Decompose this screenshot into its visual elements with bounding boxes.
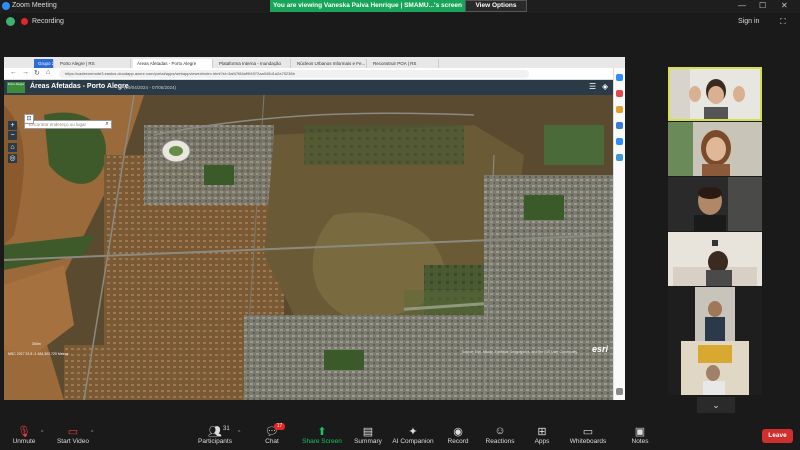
share-screen-button[interactable]: ⬆ Share Screen [300,425,344,445]
home-icon[interactable]: ⌂ [8,143,17,152]
video-options-caret-icon[interactable]: ^ [91,430,93,436]
sign-in-link[interactable]: Sign in [738,18,759,25]
ai-companion-button[interactable]: ✦ AI Companion [390,425,436,445]
record-button[interactable]: ◉ Record [444,425,472,445]
address-bar-row: ← → ↻ ⌂ https://cadeenemote3.eastus.clou… [4,68,625,80]
coordinate-readout: MSC 2017 21.5 -1 484,302.729 Metros [8,352,69,356]
search-icon[interactable]: ⌕ [102,121,112,128]
notes-button[interactable]: ▣ Notes [626,425,654,445]
browser-tab[interactable]: Núcleos Urbanos Informais e Fe... [293,59,367,68]
participant-video-tile[interactable] [668,122,762,176]
esri-logo: esri [592,344,609,354]
participant-video [668,177,762,231]
participant-video-tile-active[interactable] [668,67,762,121]
url-field[interactable]: https://cadeenemote3.eastus.cloudapp.azu… [59,70,529,78]
viewing-banner: You are viewing Vaneska Paiva Henrique |… [270,0,465,12]
reactions-icon: ☺ [494,425,506,437]
city-logo: Porto Alegre [7,82,25,93]
participant-video [668,287,762,341]
sidebar-app-icon[interactable] [616,106,623,113]
whiteboards-button[interactable]: ▭ Whiteboards [566,425,610,445]
list-icon[interactable]: ☰ [589,82,596,91]
locate-icon[interactable]: ◎ [8,154,17,163]
apps-icon: ⊞ [537,426,547,438]
settings-icon[interactable] [616,388,623,395]
sidebar-app-icon[interactable] [616,122,623,129]
maximize-button[interactable]: ☐ [759,1,766,10]
participants-count: 31 [223,426,230,432]
search-input[interactable]: Encontrar endereço ou lugar [24,120,112,129]
participant-video-tile[interactable] [668,177,762,231]
fullscreen-icon[interactable]: ⛶ [780,17,786,27]
leave-button[interactable]: Leave [762,429,793,443]
refresh-icon[interactable]: ↻ [34,69,40,77]
gallery-scroll-down-icon[interactable]: ⌄ [697,397,735,413]
map-attribution: Source: Esri, Maxar, Earthstar Geographi… [462,350,578,354]
copilot-icon[interactable] [616,74,623,81]
layers-icon[interactable]: ◈ [602,82,608,91]
ai-companion-icon: ✦ [408,426,418,438]
notes-icon: ▣ [634,426,646,438]
scale-bar: 300m [32,342,41,346]
view-options-button[interactable]: View Options [465,0,527,12]
participant-video-tile[interactable] [668,341,762,395]
app-dates: (19/04/2024 - 07/05/2024) [124,85,177,90]
zoom-logo-icon [2,2,10,10]
participant-video [670,69,760,119]
zoom-in-button[interactable]: + [8,121,17,130]
browser-tab[interactable]: Reconstruir POA | RS [369,59,439,68]
sidebar-app-icon[interactable] [616,138,623,145]
app-name: Zoom Meeting [12,2,57,9]
browser-tab[interactable]: Plataforma Interna - Inundação [215,59,291,68]
home-browser-icon[interactable]: ⌂ [46,69,50,76]
video-off-icon: ▭ [67,426,79,438]
recording-icon [21,18,28,25]
meeting-info-icon[interactable] [6,17,15,26]
chat-unread-badge: 17 [274,423,285,430]
close-button[interactable]: ✕ [781,1,788,10]
apps-button[interactable]: ⊞ Apps [528,425,556,445]
satellite-imagery [4,95,613,400]
participant-video-tile[interactable] [668,232,762,286]
browser-tab[interactable]: Porto Alegre | RS [56,59,131,68]
summary-button[interactable]: ▤ Summary [350,425,386,445]
participant-video [668,341,762,395]
forward-icon[interactable]: → [22,69,29,76]
satellite-map[interactable] [4,95,613,400]
record-icon: ◉ [453,426,463,438]
unmute-button[interactable]: 🎙︎ Unmute [8,425,40,445]
microphone-muted-icon: 🎙︎ [17,426,31,438]
browser-tab-bar: Grupo 2 Porto Alegre | RS Áreas Afetadas… [4,57,625,68]
participant-video [668,232,762,286]
reactions-button[interactable]: ☺ Reactions [482,425,518,445]
app-header: Porto Alegre Áreas Afetadas - Porto Aleg… [4,80,613,95]
tab-group[interactable]: Grupo 2 [34,59,54,68]
audio-options-caret-icon[interactable]: ^ [41,430,43,436]
participant-video [668,122,762,176]
whiteboard-icon: ▭ [582,426,594,438]
recording-row: Recording Sign in ⛶ [0,13,800,31]
browser-sidebar [613,68,625,400]
share-screen-icon: ⬆ [317,426,327,438]
overview-icon[interactable]: ⊡ [24,114,34,124]
minimize-button[interactable]: — [738,1,746,10]
sidebar-app-icon[interactable] [616,154,623,161]
browser-tab-active[interactable]: Áreas Afetadas - Porto Alegre [133,59,213,68]
participant-video-tile[interactable] [668,287,762,341]
recording-label: Recording [32,18,64,25]
start-video-button[interactable]: ▭ Start Video [54,425,92,445]
summary-icon: ▤ [362,426,374,438]
shared-screen: Grupo 2 Porto Alegre | RS Áreas Afetadas… [4,57,625,400]
app-title: Áreas Afetadas - Porto Alegre [30,83,129,90]
sidebar-app-icon[interactable] [616,90,623,97]
zoom-out-button[interactable]: − [8,131,17,140]
back-icon[interactable]: ← [10,69,17,76]
participants-caret-icon[interactable]: ^ [238,430,240,436]
